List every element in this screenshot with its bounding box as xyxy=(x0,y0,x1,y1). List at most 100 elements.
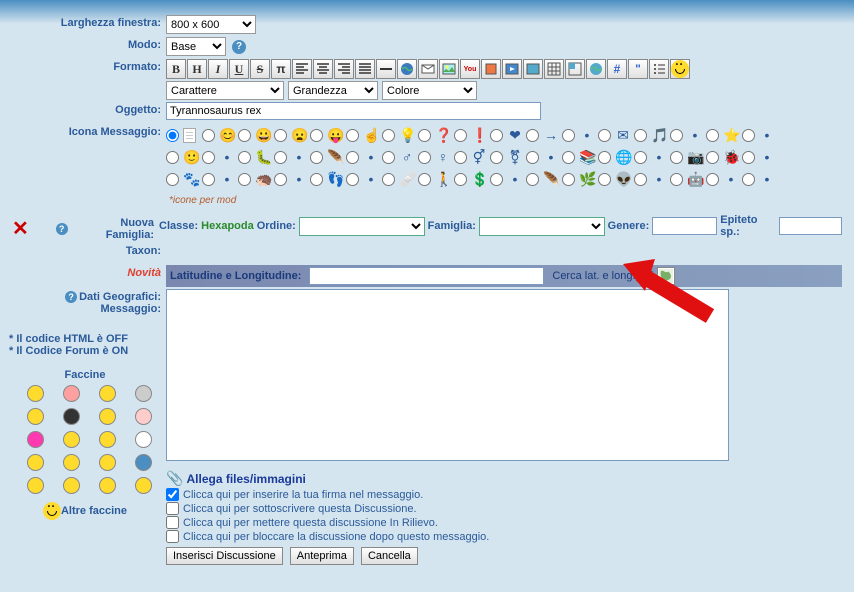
msg-icon-radio[interactable] xyxy=(562,129,575,142)
msg-icon-radio[interactable] xyxy=(670,129,683,142)
msg-icon-radio[interactable] xyxy=(346,129,359,142)
help-icon[interactable]: ? xyxy=(56,223,68,235)
select-size[interactable]: Grandezza xyxy=(288,81,378,100)
select-mode[interactable]: Base xyxy=(166,37,226,56)
msg-icon-radio[interactable] xyxy=(706,129,719,142)
input-epiteto[interactable] xyxy=(779,217,842,235)
msg-icon-radio[interactable] xyxy=(274,151,287,164)
smiley-icon[interactable] xyxy=(43,502,61,520)
faccina-icon[interactable] xyxy=(27,431,44,448)
faccina-icon[interactable] xyxy=(27,454,44,471)
align-center-button[interactable] xyxy=(313,59,333,79)
subject-input[interactable] xyxy=(166,102,541,120)
youtube-button[interactable]: You xyxy=(460,59,480,79)
email-button[interactable] xyxy=(418,59,438,79)
select-font[interactable]: Carattere xyxy=(166,81,284,100)
faccina-icon[interactable] xyxy=(135,385,152,402)
msg-icon-radio[interactable] xyxy=(238,151,251,164)
chk-lock[interactable] xyxy=(166,530,179,543)
faccina-icon[interactable] xyxy=(63,431,80,448)
select-famiglia[interactable] xyxy=(479,217,605,236)
input-latlon[interactable] xyxy=(309,267,544,285)
msg-icon-radio[interactable] xyxy=(418,151,431,164)
faccina-icon[interactable] xyxy=(99,431,116,448)
msg-icon-radio[interactable] xyxy=(706,151,719,164)
msg-icon-radio[interactable] xyxy=(490,151,503,164)
msg-icon-radio[interactable] xyxy=(418,129,431,142)
faccina-icon[interactable] xyxy=(99,385,116,402)
msg-icon-radio[interactable] xyxy=(598,129,611,142)
faccina-icon[interactable] xyxy=(135,408,152,425)
italic-button[interactable]: I xyxy=(208,59,228,79)
chk-signature[interactable] xyxy=(166,488,179,501)
select-color[interactable]: Colore xyxy=(382,81,477,100)
attach-title[interactable]: Allega files/immagini xyxy=(187,472,306,486)
msg-icon-radio[interactable] xyxy=(562,151,575,164)
msg-icon-radio[interactable] xyxy=(238,173,251,186)
altre-faccine-link[interactable]: Altre faccine xyxy=(61,505,127,517)
msg-icon-radio[interactable] xyxy=(202,151,215,164)
smiley-button[interactable] xyxy=(670,59,690,79)
select-ordine[interactable] xyxy=(299,217,425,236)
msg-icon-radio[interactable] xyxy=(526,129,539,142)
select-window-size[interactable]: 800 x 600 xyxy=(166,15,256,34)
justify-button[interactable] xyxy=(355,59,375,79)
hash-button[interactable]: # xyxy=(607,59,627,79)
msg-icon-radio[interactable] xyxy=(166,151,179,164)
faccina-icon[interactable] xyxy=(63,408,80,425)
msg-icon-radio[interactable] xyxy=(706,173,719,186)
faccina-icon[interactable] xyxy=(99,454,116,471)
msg-icon-radio[interactable] xyxy=(454,151,467,164)
msg-icon-radio[interactable] xyxy=(310,129,323,142)
msg-icon-radio[interactable] xyxy=(418,173,431,186)
align-left-button[interactable] xyxy=(292,59,312,79)
msg-icon-radio[interactable] xyxy=(382,129,395,142)
close-icon[interactable]: ✕ xyxy=(12,216,29,241)
msg-icon-radio[interactable] xyxy=(562,173,575,186)
attachment-icon[interactable]: 📎 xyxy=(166,470,183,486)
faccina-icon[interactable] xyxy=(135,454,152,471)
msg-icon-radio[interactable] xyxy=(490,173,503,186)
faccina-icon[interactable] xyxy=(27,408,44,425)
msg-icon-radio[interactable] xyxy=(598,151,611,164)
faccina-icon[interactable] xyxy=(135,477,152,494)
chk-subscribe[interactable] xyxy=(166,502,179,515)
msg-icon-radio[interactable] xyxy=(382,151,395,164)
msg-icon-radio[interactable] xyxy=(202,173,215,186)
media-button[interactable] xyxy=(481,59,501,79)
msg-icon-radio[interactable] xyxy=(634,129,647,142)
msg-icon-radio[interactable] xyxy=(490,129,503,142)
msg-icon-radio[interactable] xyxy=(598,173,611,186)
msg-icon-radio[interactable] xyxy=(346,151,359,164)
msg-icon-radio[interactable] xyxy=(454,129,467,142)
msg-icon-radio[interactable] xyxy=(526,151,539,164)
msg-icon-radio[interactable] xyxy=(310,151,323,164)
msg-icon-radio[interactable] xyxy=(670,151,683,164)
strike-button[interactable]: S xyxy=(250,59,270,79)
bold-button[interactable]: B xyxy=(166,59,186,79)
map-search-button[interactable] xyxy=(657,267,675,285)
msg-icon-radio[interactable] xyxy=(634,173,647,186)
link-button[interactable] xyxy=(397,59,417,79)
align-right-button[interactable] xyxy=(334,59,354,79)
msg-icon-radio[interactable] xyxy=(274,129,287,142)
msg-icon-radio[interactable] xyxy=(382,173,395,186)
hr-button[interactable] xyxy=(376,59,396,79)
input-genere[interactable] xyxy=(652,217,717,235)
message-textarea[interactable] xyxy=(166,289,729,461)
quote-button[interactable]: " xyxy=(628,59,648,79)
msg-icon-radio[interactable] xyxy=(310,173,323,186)
msg-icon-radio[interactable] xyxy=(238,129,251,142)
msg-icon-radio[interactable] xyxy=(274,173,287,186)
faccina-icon[interactable] xyxy=(63,454,80,471)
msg-icon-radio[interactable] xyxy=(202,129,215,142)
table-button[interactable] xyxy=(544,59,564,79)
cell-button[interactable] xyxy=(565,59,585,79)
list-button[interactable] xyxy=(649,59,669,79)
audio-button[interactable] xyxy=(523,59,543,79)
faccina-icon[interactable] xyxy=(135,431,152,448)
msg-icon-radio[interactable] xyxy=(346,173,359,186)
msg-icon-radio[interactable] xyxy=(670,173,683,186)
underline-button[interactable]: U xyxy=(229,59,249,79)
image-button[interactable] xyxy=(439,59,459,79)
